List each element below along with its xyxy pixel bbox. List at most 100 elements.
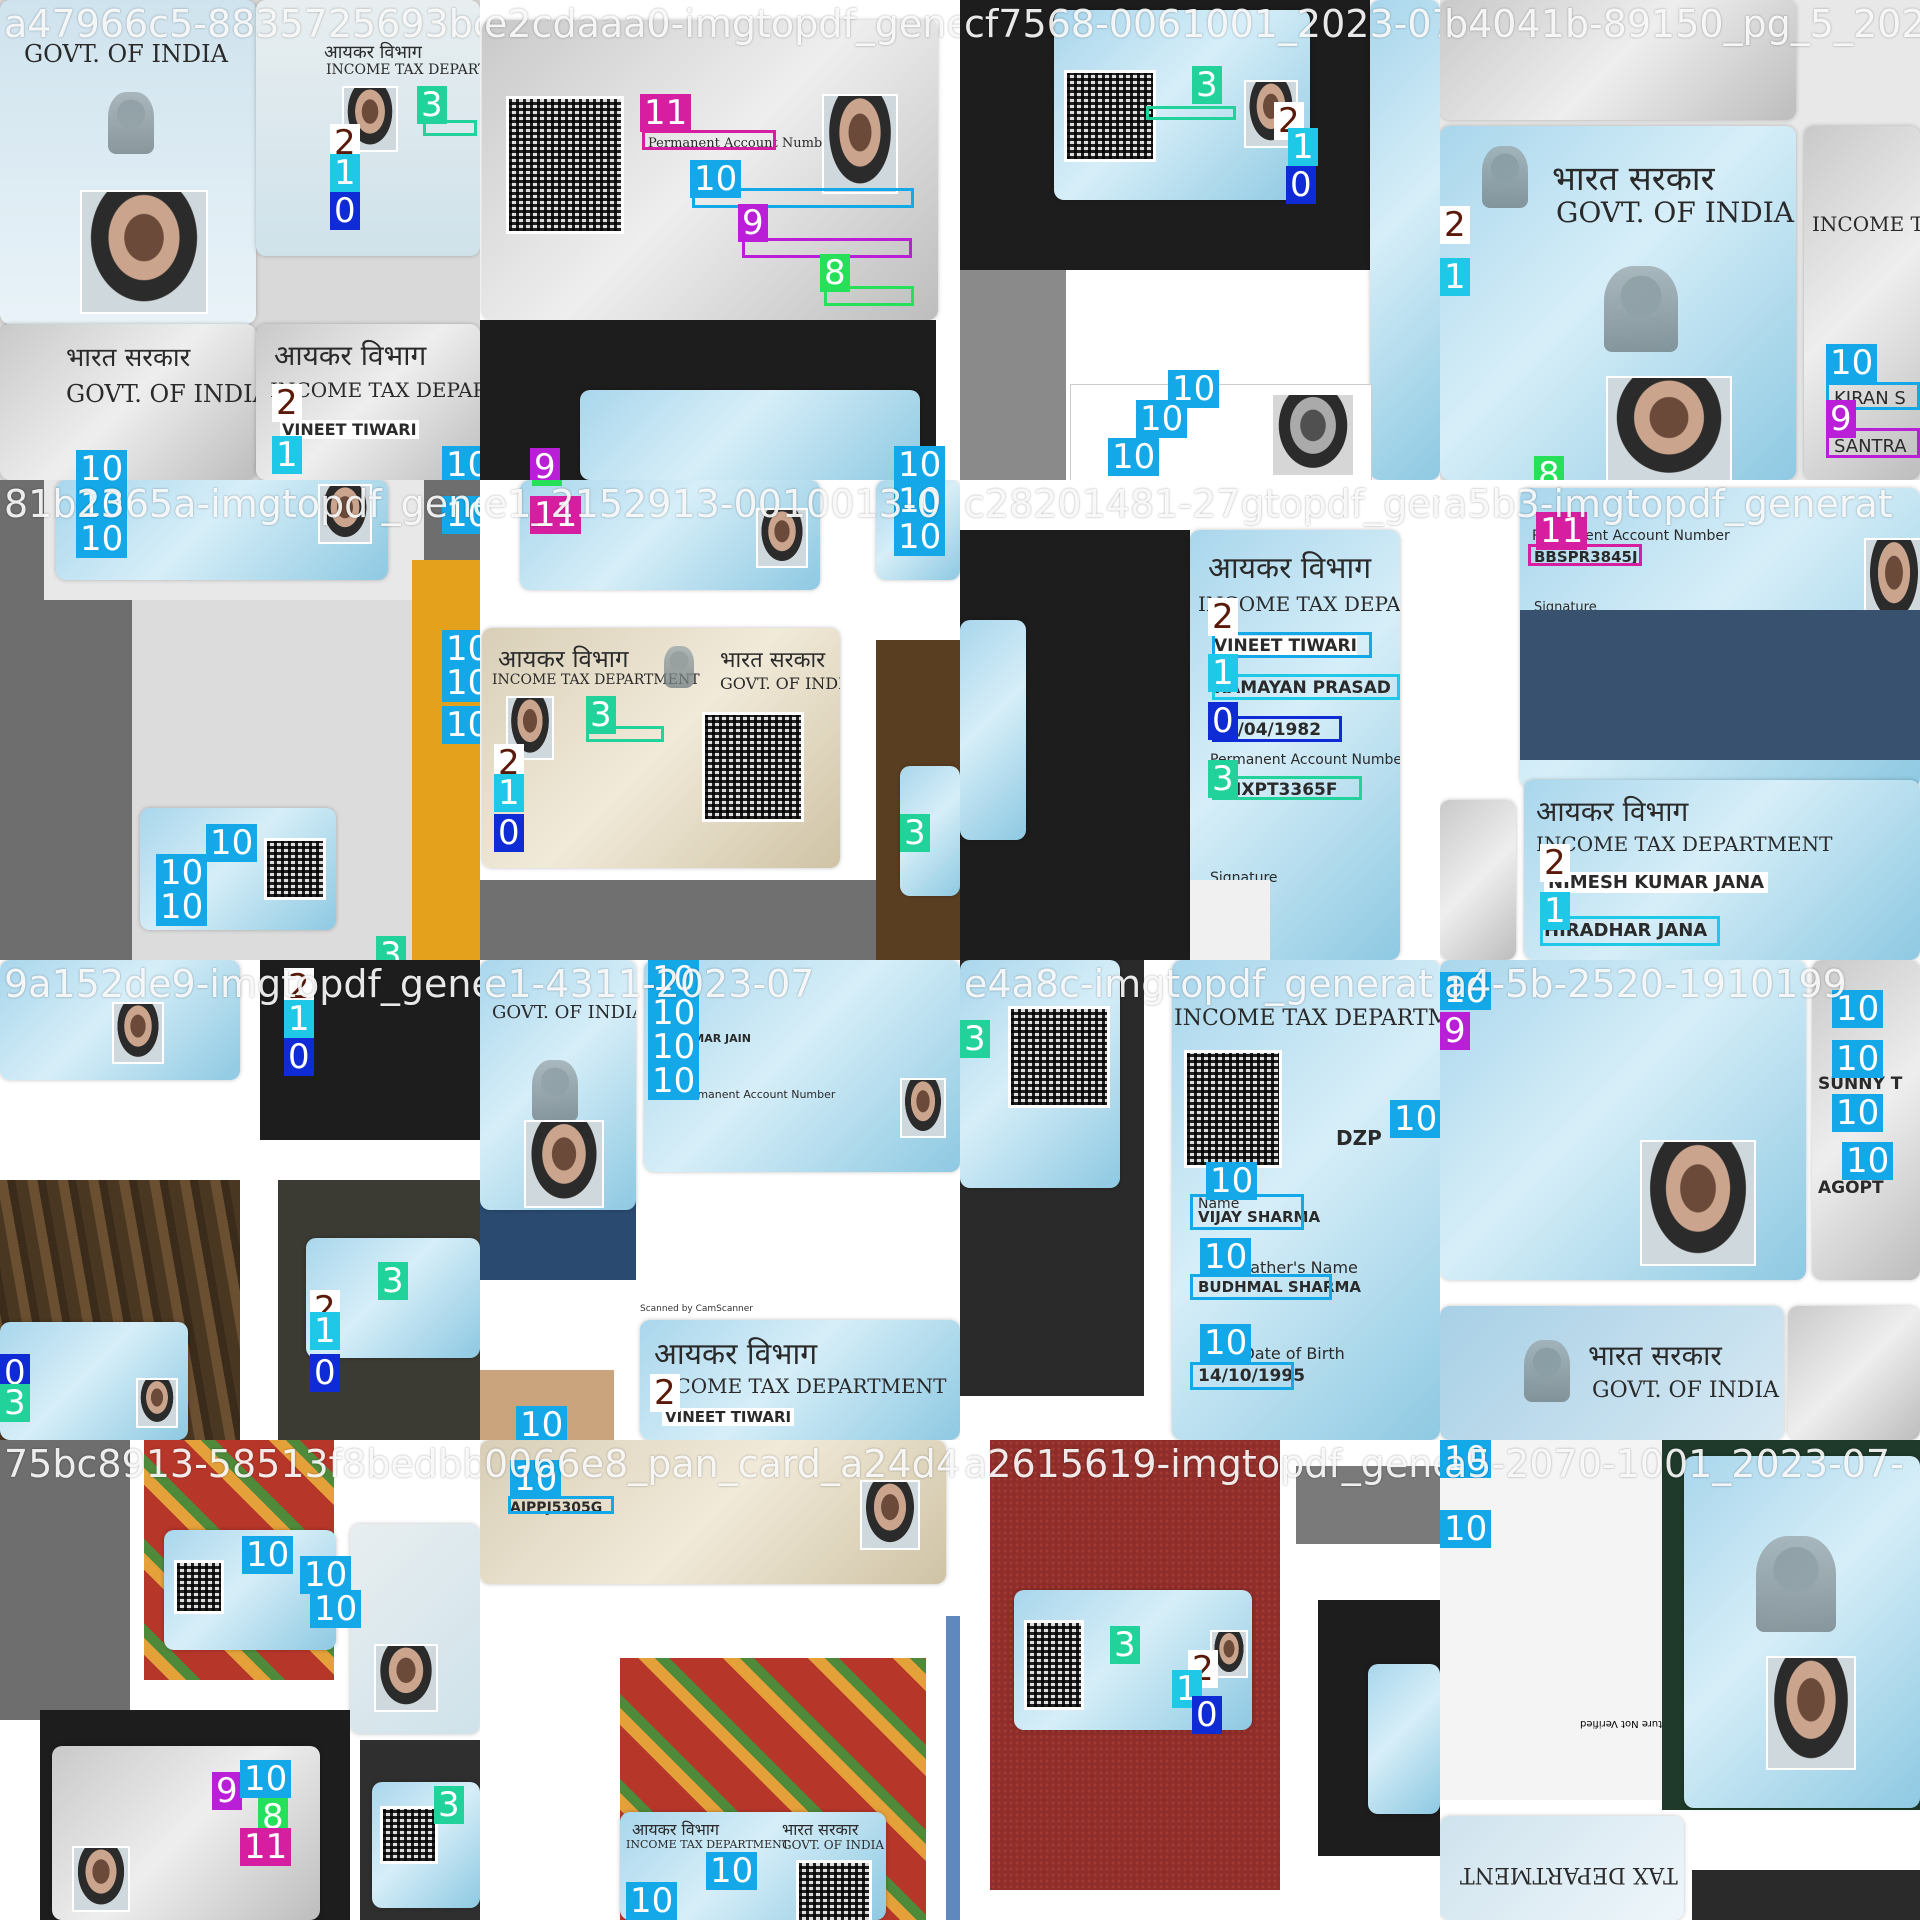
label-10: 10 (1842, 1142, 1894, 1180)
name-text: VINEET TIWARI (662, 1408, 795, 1426)
pan-card: INCOME TAX DEPARTMENT (1440, 1816, 1684, 1920)
itd-hi-text: आयकर विभाग (632, 1820, 719, 1839)
pan-card (350, 1524, 480, 1734)
tile-12: SUNNY T AGOPT भारत सरकार GOVT. OF INDIA … (1440, 960, 1920, 1440)
itd-text: INCOME TAX DEPARTMENT (1812, 212, 1920, 236)
label-10: 10 (894, 446, 946, 480)
photo (524, 1120, 604, 1208)
background (480, 880, 876, 960)
tile-9: 2 1 0 3 2 1 0 0 3 9a152de9-imgtopdf_gene… (0, 960, 480, 1440)
itd-text: INCOME TAX DEPARTMENT (626, 1838, 790, 1851)
label-8: 8 (820, 254, 850, 292)
pan-card (1440, 960, 1806, 1280)
pan-number: DZP (1336, 1126, 1382, 1150)
tile-11: INCOME TAX DEPARTMENT DZP Name VIJAY SHA… (960, 960, 1440, 1440)
itd-text: INCOME TAX DEPARTMENT (1460, 1862, 1684, 1887)
label-10: 10 (442, 706, 480, 744)
photo (136, 1378, 178, 1428)
label-10: 10 (626, 1882, 678, 1920)
label-3: 3 (1110, 1626, 1140, 1664)
label-3: 3 (586, 696, 616, 734)
qr-code (174, 1560, 224, 1614)
label-3: 3 (1208, 760, 1238, 798)
pan-card: INCOME TAX DEPARTMENT KIRAN S SANTRA (1804, 126, 1920, 480)
photo (72, 1846, 130, 1912)
label-10: 10 (1200, 1324, 1252, 1362)
govt-hi-text: भारत सरकार (720, 648, 826, 673)
label-2: 2 (1208, 598, 1238, 636)
emblem-icon (108, 92, 154, 154)
scanner-footer: Scanned by CamScanner (640, 1304, 753, 1314)
qr-code (1008, 1006, 1110, 1108)
pan-card (1788, 1306, 1920, 1440)
photo (1766, 1656, 1856, 1770)
background (946, 1616, 960, 1920)
label-1: 1 (1288, 128, 1318, 166)
qr-code (1184, 1050, 1282, 1168)
pan-card (1368, 1664, 1440, 1814)
pan-label: Permanent Account Number (680, 1088, 836, 1101)
label-10: 10 (1108, 438, 1160, 476)
govt-text: GOVT. OF INDIA (782, 1838, 884, 1852)
tile-title: a5-2070-1001_2023-07- (1444, 1442, 1904, 1486)
pan-card: भारत सरकार GOVT. OF INDIA (1440, 1306, 1784, 1440)
emblem-icon (664, 646, 694, 688)
label-10: 10 (1390, 1100, 1440, 1138)
label-10: 10 (310, 1590, 362, 1628)
label-10: 10 (156, 888, 208, 926)
label-2: 2 (650, 1374, 680, 1412)
emblem-icon (1524, 1340, 1570, 1402)
label-1: 1 (1440, 258, 1470, 296)
photo (374, 1644, 438, 1712)
pan-card (1684, 1456, 1920, 1808)
label-10: 10 (76, 450, 128, 480)
tile-13: 10 10 10 9 10 8 11 3 75bc8913-58513f8bed… (0, 1440, 480, 1920)
pan-card (1440, 800, 1516, 960)
pan-card (372, 1782, 480, 1908)
label-10: 10 (442, 664, 480, 702)
label-2: 2 (1440, 206, 1470, 244)
emblem-icon (1482, 146, 1528, 208)
photo (1640, 1140, 1756, 1266)
name-text: NIMESH KUMAR JANA (1544, 872, 1769, 893)
label-10: 10 (1832, 1040, 1884, 1078)
label-0: 0 (330, 192, 360, 230)
bbox-11 (642, 130, 776, 150)
label-1: 1 (494, 774, 524, 812)
govt-text: GOVT. OF INDIA (1592, 1378, 1779, 1403)
photo (1271, 393, 1355, 477)
label-10: 10 (1136, 400, 1188, 438)
qr-code (1064, 70, 1156, 162)
govt-text: GOVT. OF INDIA (66, 380, 256, 408)
itd-text: INCOME TAX DEPARTMENT (1174, 1006, 1440, 1031)
emblem-icon (532, 1060, 578, 1122)
photo (822, 94, 898, 194)
tile-6: आयकर विभाग INCOME TAX DEPARTMENT भारत सर… (480, 480, 960, 960)
tile-title: a5b3-imgtopdf_generat (1444, 482, 1893, 526)
tile-7: आयकर विभाग INCOME TAX DEPARTMENT VINEET … (960, 480, 1440, 960)
label-10: 10 (1440, 1510, 1492, 1548)
photo (1606, 376, 1732, 480)
label-10: 10 (706, 1852, 758, 1890)
label-9: 9 (1826, 400, 1856, 438)
label-0: 0 (494, 814, 524, 852)
label-10: 10 (1826, 344, 1878, 382)
label-1: 1 (310, 1312, 340, 1350)
tile-2: Permanent Account Number 11 10 9 8 9 10 … (480, 0, 960, 480)
tile-8: Permanent Account Number BBSPR3845J Sign… (1440, 480, 1920, 960)
qr-code (1024, 1620, 1084, 1710)
tile-16: Signature Not Verified INCOME TAX DEPART… (1440, 1440, 1920, 1920)
itd-text: INCOME TAX DEPARTMENT (326, 62, 480, 78)
label-9: 9 (738, 204, 768, 242)
tile-title: c28201481-27gtopdf_generated (964, 482, 1440, 526)
pan-card: भारत सरकार GOVT. OF INDIA (0, 324, 256, 480)
label-0: 0 (1192, 1696, 1222, 1734)
govt-hi-text: भारत सरकार (782, 1820, 859, 1839)
itd-hi-text: आयकर विभाग (274, 339, 427, 372)
label-10: 10 (648, 1062, 700, 1100)
label-3: 3 (1192, 66, 1222, 104)
pan-number: AGOPT (1818, 1178, 1884, 1198)
label-10: 10 (1206, 1162, 1258, 1200)
bbox-10 (1190, 1274, 1332, 1300)
label-11: 11 (640, 94, 692, 132)
